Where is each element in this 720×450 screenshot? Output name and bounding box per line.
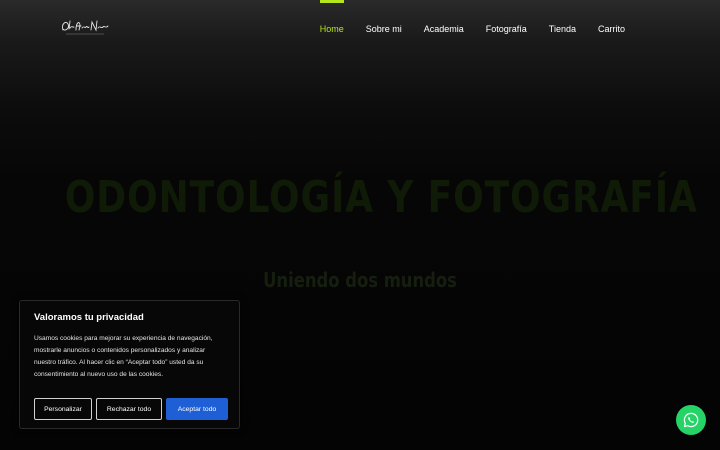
nav-item-sobre-mi[interactable]: Sobre mi xyxy=(355,0,413,58)
nav-item-home[interactable]: Home xyxy=(309,0,355,58)
nav-item-carrito[interactable]: Carrito xyxy=(587,0,636,58)
nav-item-academia[interactable]: Academia xyxy=(413,0,475,58)
cookie-consent-banner: Valoramos tu privacidad Usamos cookies p… xyxy=(19,300,240,429)
cookie-title: Valoramos tu privacidad xyxy=(34,312,144,323)
nav-item-fotografia[interactable]: Fotografía xyxy=(475,0,538,58)
nav-item-tienda[interactable]: Tienda xyxy=(538,0,587,58)
main-nav: Home Sobre mi Academia Fotografía Tienda… xyxy=(309,0,636,58)
hero-subtitle: Uniendo dos mundos xyxy=(263,268,457,292)
cookie-text: Usamos cookies para mejorar su experienc… xyxy=(34,335,213,378)
customize-button[interactable]: Personalizar xyxy=(34,398,92,420)
signature-logo-icon xyxy=(62,20,109,35)
whatsapp-icon xyxy=(683,412,699,428)
reject-all-button[interactable]: Rechazar todo xyxy=(96,398,162,420)
page: Home Sobre mi Academia Fotografía Tienda… xyxy=(0,0,720,450)
site-logo[interactable] xyxy=(60,16,110,38)
whatsapp-chat-button[interactable] xyxy=(676,405,706,435)
cookie-actions: Personalizar Rechazar todo Aceptar todo xyxy=(34,398,228,420)
accept-all-button[interactable]: Aceptar todo xyxy=(166,398,228,420)
hero-title: ODONTOLOGÍA Y FOTOGRAFÍA xyxy=(64,172,698,223)
